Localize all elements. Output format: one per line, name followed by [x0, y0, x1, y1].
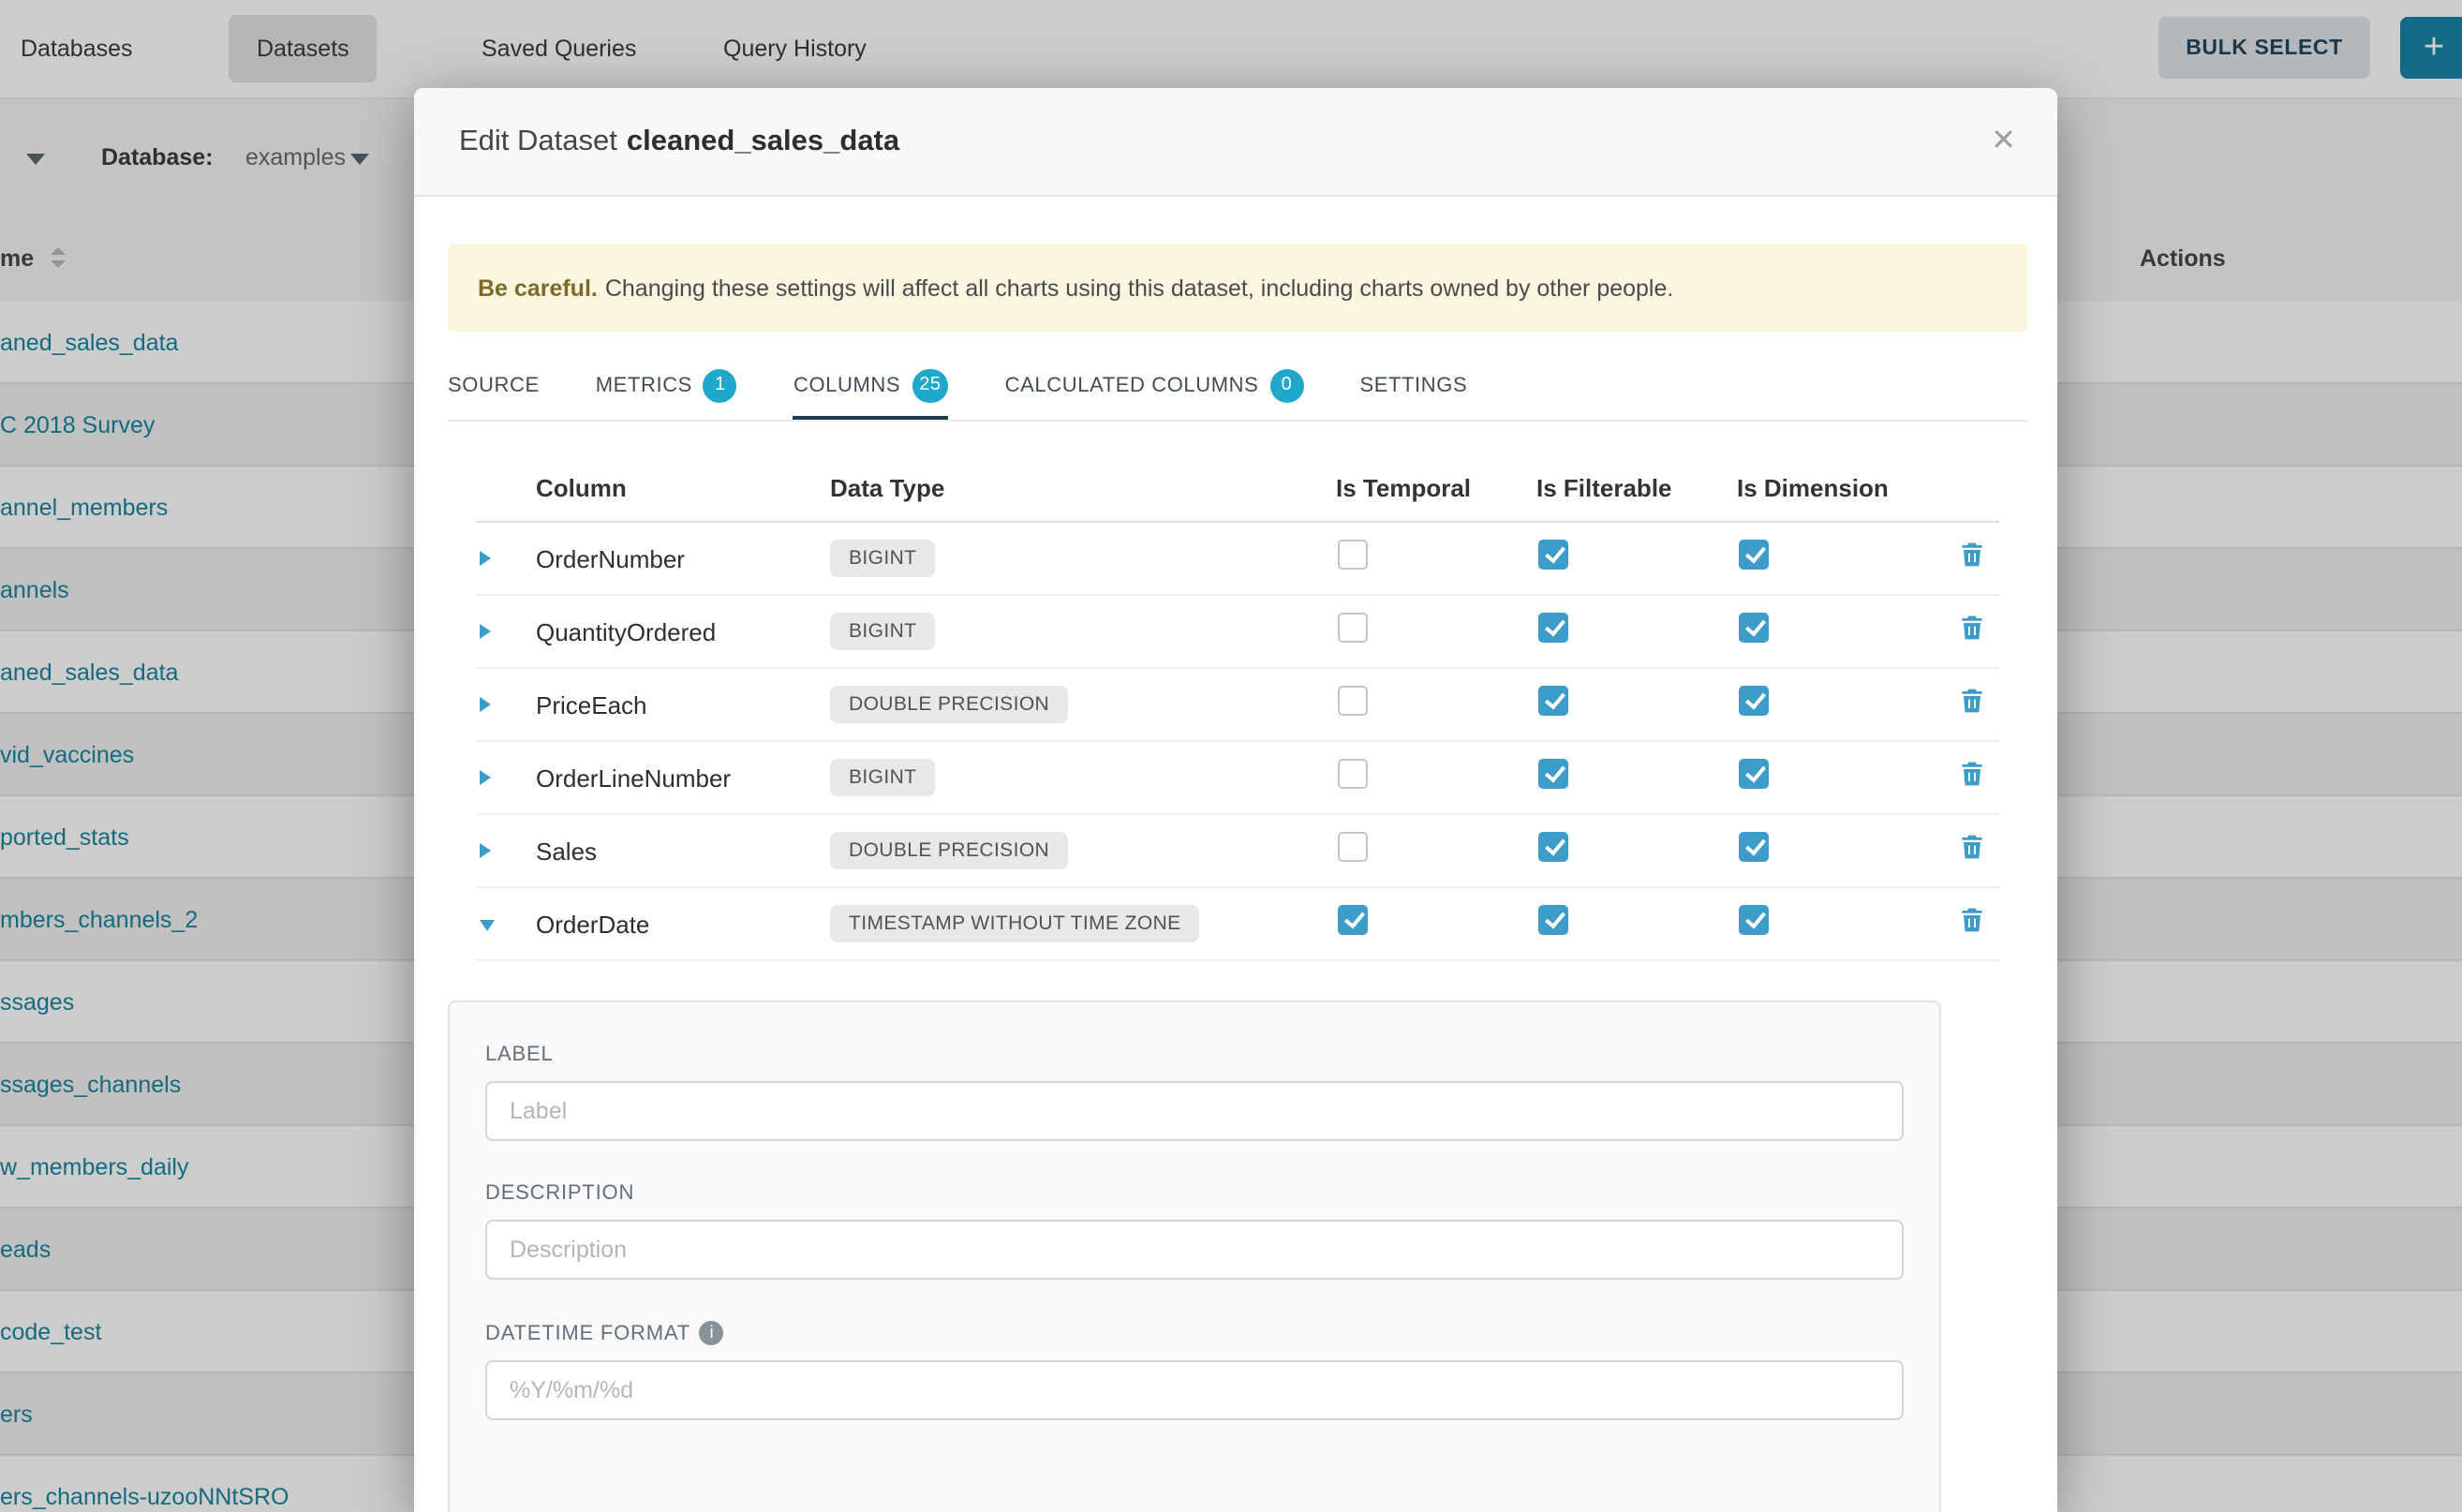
delete-icon[interactable]	[1959, 760, 1983, 786]
tab-metrics[interactable]: METRICS 1	[596, 356, 737, 420]
data-type-pill: BIGINT	[830, 759, 935, 796]
is-dimension-checkbox[interactable]	[1739, 612, 1769, 642]
is-dimension-checkbox[interactable]	[1739, 685, 1769, 715]
column-row: QuantityOrdered BIGINT	[476, 596, 1999, 669]
modal-title-dataset-name: cleaned_sales_data	[627, 125, 899, 156]
columns-table: Column Data Type Is Temporal Is Filterab…	[476, 455, 1999, 961]
modal-tab-bar: SOURCE METRICS 1 COLUMNS 25 CALCULATED COL…	[448, 356, 2027, 422]
tab-source[interactable]: SOURCE	[448, 356, 540, 420]
is-dimension-checkbox[interactable]	[1739, 904, 1769, 934]
column-name: OrderLineNumber	[536, 763, 830, 792]
is-dimension-checkbox[interactable]	[1739, 758, 1769, 788]
datetime-format-field-group: DATETIME FORMATi	[485, 1321, 1904, 1420]
modal-body: Be careful. Changing these settings will …	[414, 197, 2057, 1512]
tab-count-badge: 0	[1269, 369, 1303, 403]
columns-table-header: Column Data Type Is Temporal Is Filterab…	[476, 455, 1999, 523]
column-row: OrderLineNumber BIGINT	[476, 742, 1999, 815]
header-is-filterable: Is Filterable	[1536, 474, 1737, 502]
column-name: OrderDate	[536, 910, 830, 938]
close-icon[interactable]: ✕	[1991, 88, 2016, 197]
expand-caret-icon[interactable]	[480, 624, 491, 639]
tab-label: METRICS	[596, 375, 692, 397]
column-name: PriceEach	[536, 690, 830, 719]
data-type-pill: TIMESTAMP WITHOUT TIME ZONE	[830, 905, 1200, 942]
modal-header: Edit Dataset cleaned_sales_data ✕	[414, 88, 2057, 197]
tab-label: SETTINGS	[1359, 375, 1467, 397]
header-data-type: Data Type	[830, 474, 1336, 502]
expand-caret-icon[interactable]	[480, 843, 491, 858]
expand-caret-icon[interactable]	[480, 770, 491, 785]
column-name: Sales	[536, 837, 830, 865]
delete-icon[interactable]	[1959, 541, 1983, 567]
data-type-pill: DOUBLE PRECISION	[830, 832, 1068, 869]
delete-icon[interactable]	[1959, 833, 1983, 859]
column-row-expanded: OrderDate TIMESTAMP WITHOUT TIME ZONE	[476, 888, 1999, 961]
is-temporal-checkbox[interactable]	[1338, 904, 1368, 934]
is-filterable-checkbox[interactable]	[1538, 685, 1568, 715]
warning-banner: Be careful. Changing these settings will …	[448, 244, 2027, 332]
column-detail-panel: LABEL DESCRIPTION DATETIME FORMATi	[448, 1001, 1941, 1512]
modal-title-prefix: Edit Dataset	[459, 125, 617, 156]
warning-text: Changing these settings will affect all …	[605, 274, 1674, 301]
column-row: OrderNumber BIGINT	[476, 523, 1999, 596]
datetime-format-field-label: DATETIME FORMATi	[485, 1321, 1904, 1345]
tab-count-badge: 1	[704, 369, 737, 403]
tab-count-badge: 25	[912, 369, 948, 403]
header-is-dimension: Is Dimension	[1737, 474, 1943, 502]
is-temporal-checkbox[interactable]	[1338, 685, 1368, 715]
screen: Databases Datasets Saved Queries Query H…	[0, 0, 2462, 1512]
label-field-label: LABEL	[485, 1044, 1904, 1066]
label-input[interactable]	[485, 1081, 1904, 1141]
delete-icon[interactable]	[1959, 614, 1983, 640]
description-input[interactable]	[485, 1220, 1904, 1280]
is-temporal-checkbox[interactable]	[1338, 612, 1368, 642]
data-type-pill: BIGINT	[830, 540, 935, 577]
data-type-pill: DOUBLE PRECISION	[830, 686, 1068, 723]
column-name: QuantityOrdered	[536, 617, 830, 645]
is-dimension-checkbox[interactable]	[1739, 831, 1769, 861]
is-filterable-checkbox[interactable]	[1538, 831, 1568, 861]
header-column: Column	[536, 474, 830, 502]
collapse-caret-icon[interactable]	[480, 920, 495, 931]
column-row: Sales DOUBLE PRECISION	[476, 815, 1999, 888]
tab-label: COLUMNS	[793, 375, 900, 397]
tab-calculated-columns[interactable]: CALCULATED COLUMNS 0	[1005, 356, 1304, 420]
tab-columns[interactable]: COLUMNS 25	[793, 356, 949, 420]
delete-icon[interactable]	[1959, 906, 1983, 932]
description-field-label: DESCRIPTION	[485, 1182, 1904, 1205]
info-icon[interactable]: i	[700, 1321, 724, 1345]
column-row: PriceEach DOUBLE PRECISION	[476, 669, 1999, 742]
is-dimension-checkbox[interactable]	[1739, 539, 1769, 569]
label-field-group: LABEL	[485, 1044, 1904, 1141]
is-temporal-checkbox[interactable]	[1338, 831, 1368, 861]
tab-label: CALCULATED COLUMNS	[1005, 375, 1259, 397]
is-filterable-checkbox[interactable]	[1538, 758, 1568, 788]
delete-icon[interactable]	[1959, 687, 1983, 713]
column-name: OrderNumber	[536, 544, 830, 572]
is-temporal-checkbox[interactable]	[1338, 539, 1368, 569]
header-is-temporal: Is Temporal	[1336, 474, 1536, 502]
is-filterable-checkbox[interactable]	[1538, 539, 1568, 569]
expand-caret-icon[interactable]	[480, 697, 491, 712]
is-temporal-checkbox[interactable]	[1338, 758, 1368, 788]
description-field-group: DESCRIPTION	[485, 1182, 1904, 1280]
warning-bold: Be careful.	[478, 274, 598, 301]
edit-dataset-modal: Edit Dataset cleaned_sales_data ✕ Be care…	[414, 88, 2057, 1512]
tab-settings[interactable]: SETTINGS	[1359, 356, 1467, 420]
tab-label: SOURCE	[448, 375, 540, 397]
is-filterable-checkbox[interactable]	[1538, 612, 1568, 642]
datetime-format-input[interactable]	[485, 1360, 1904, 1420]
is-filterable-checkbox[interactable]	[1538, 904, 1568, 934]
expand-caret-icon[interactable]	[480, 551, 491, 566]
data-type-pill: BIGINT	[830, 613, 935, 650]
modal-title: Edit Dataset cleaned_sales_data	[459, 125, 899, 158]
